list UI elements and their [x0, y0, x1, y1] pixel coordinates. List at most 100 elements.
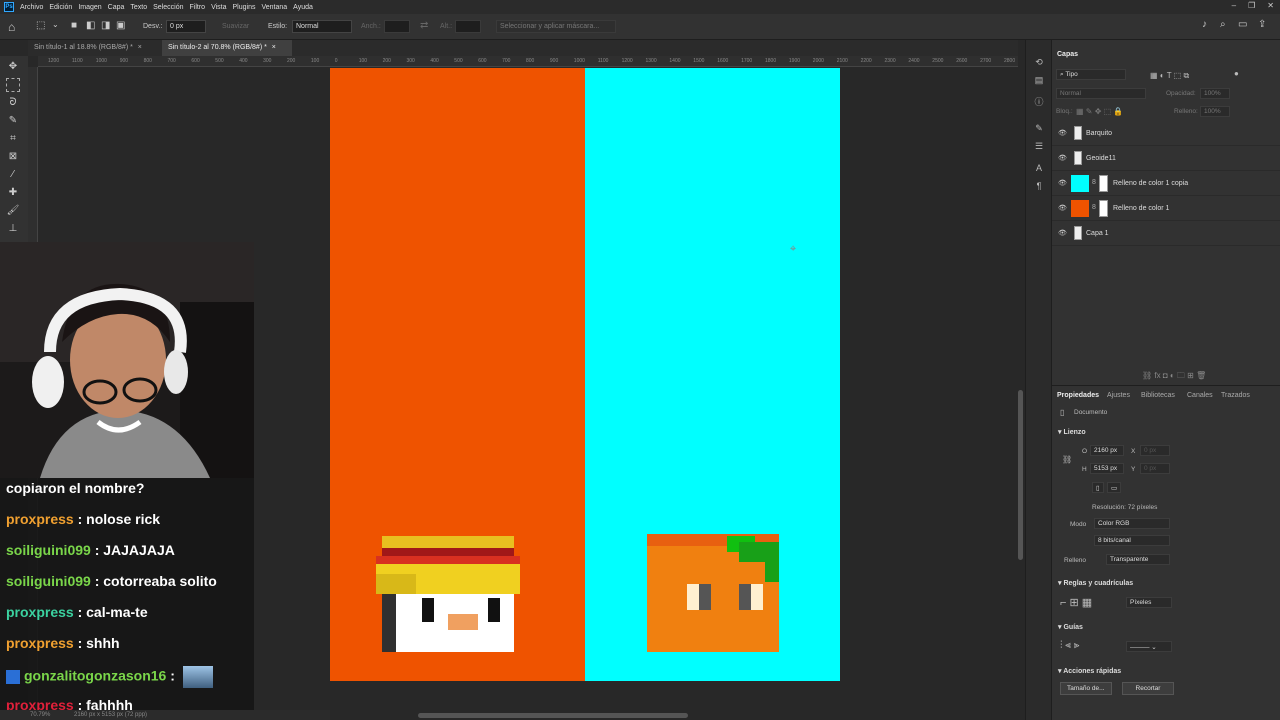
chevron-down-icon[interactable]: ⌄ — [52, 20, 59, 29]
style-select[interactable]: Normal — [292, 20, 352, 33]
quick-select-tool-icon[interactable]: ✎ — [6, 114, 20, 128]
menu-capa[interactable]: Capa — [108, 4, 125, 11]
home-icon[interactable]: ⌂ — [8, 20, 15, 34]
chat-username[interactable]: proxpress — [6, 604, 74, 620]
marquee-tool-icon[interactable] — [6, 78, 20, 92]
layer-row[interactable]: 👁 8 Relleno de color 1 copia — [1052, 171, 1280, 196]
lock-icons[interactable]: ▦ ✎ ✥ ⬚ 🔒 — [1076, 107, 1123, 116]
image-size-button[interactable]: Tamaño de... — [1060, 682, 1112, 695]
chat-username[interactable]: proxpress — [6, 511, 74, 527]
comments-icon[interactable]: ▤ — [1033, 74, 1045, 86]
eyedropper-tool-icon[interactable]: ⁄ — [6, 168, 20, 182]
zoom-level[interactable]: 70.79% — [30, 712, 50, 718]
visibility-eye-icon[interactable]: 👁 — [1058, 129, 1067, 137]
chat-username[interactable]: gonzalitogonzason16 — [24, 668, 166, 684]
tab-document-1[interactable]: Sin título-1 al 18.8% (RGB/8#) * × — [28, 40, 158, 56]
paragraph-icon[interactable]: ¶ — [1033, 180, 1045, 192]
healing-tool-icon[interactable]: ✚ — [6, 186, 20, 200]
brush-settings-icon[interactable]: ✎ — [1033, 122, 1045, 134]
restore-icon[interactable]: ❐ — [1248, 1, 1255, 10]
tab-adjustments[interactable]: Ajustes — [1102, 387, 1135, 403]
marquee-tool-icon[interactable]: ⬚ — [36, 20, 45, 31]
section-canvas[interactable]: ▾ Lienzo — [1058, 428, 1086, 436]
filter-icons[interactable]: ▦ ◐ T ⬚ ⧉ — [1150, 71, 1189, 81]
canvas-fill-select[interactable]: Transparente — [1106, 554, 1170, 565]
adjustments-icon[interactable]: ☰ — [1033, 140, 1045, 152]
blend-mode-select[interactable]: Normal — [1056, 88, 1146, 99]
section-quick-actions[interactable]: ▾ Acciones rápidas — [1058, 667, 1121, 675]
menu-archivo[interactable]: Archivo — [20, 4, 43, 11]
tab-layers[interactable]: Capas — [1052, 46, 1083, 62]
menu-plugins[interactable]: Plugins — [233, 4, 256, 11]
workspace-icon[interactable]: ▭ — [1238, 19, 1247, 30]
visibility-eye-icon[interactable]: 👁 — [1058, 179, 1067, 187]
canvas-orange-half[interactable] — [330, 68, 585, 681]
layer-actions-icons[interactable]: ⛓ fx ◘ ◐ 🗀 ⊞ 🗑 — [1142, 370, 1206, 384]
height-input[interactable] — [455, 20, 481, 33]
share-icon[interactable]: ⇪ — [1258, 19, 1266, 30]
menu-edicion[interactable]: Edición — [49, 4, 72, 11]
layer-filter-select[interactable]: ⌕ Tipo — [1056, 69, 1126, 80]
menu-ventana[interactable]: Ventana — [261, 4, 287, 11]
new-selection-icon[interactable]: ■ — [71, 20, 77, 31]
frame-tool-icon[interactable]: ⊠ — [6, 150, 20, 164]
chat-username[interactable]: soiliguini099 — [6, 573, 91, 589]
filter-toggle-icon[interactable]: ● — [1234, 69, 1239, 78]
brush-tool-icon[interactable]: 🖌 — [6, 204, 20, 218]
tab-paths[interactable]: Trazados — [1216, 387, 1255, 403]
link-dimensions-icon[interactable]: ⛓ — [1062, 455, 1072, 464]
visibility-eye-icon[interactable]: 👁 — [1058, 154, 1067, 162]
layer-row[interactable]: 👁 Capa 1 — [1052, 221, 1280, 246]
subtract-selection-icon[interactable]: ◨ — [101, 20, 110, 31]
tab-libraries[interactable]: Bibliotecas — [1136, 387, 1180, 403]
units-select[interactable]: Píxeles — [1126, 597, 1172, 608]
intersect-selection-icon[interactable]: ▣ — [116, 20, 125, 31]
layer-row[interactable]: 👁 Barquito — [1052, 121, 1280, 146]
select-and-mask-button[interactable]: Seleccionar y aplicar máscara... — [496, 20, 616, 33]
crop-tool-icon[interactable]: ⌗ — [6, 132, 20, 146]
chat-username[interactable]: soiliguini099 — [6, 542, 91, 558]
menu-imagen[interactable]: Imagen — [78, 4, 101, 11]
width-input[interactable] — [384, 20, 410, 33]
guide-icons[interactable]: ⫶ ⫷ ⫸ — [1060, 640, 1079, 651]
info-icon[interactable]: ⓘ — [1033, 96, 1045, 108]
lasso-tool-icon[interactable]: ᘐ — [6, 96, 20, 110]
chat-username[interactable]: proxpress — [6, 635, 74, 651]
move-tool-icon[interactable]: ✥ — [6, 60, 20, 74]
canvas-height-input[interactable]: 5153 px — [1090, 463, 1124, 474]
ruler-grid-icons[interactable]: ⌐ ⊞ ▦ — [1060, 596, 1092, 609]
menu-vista[interactable]: Vista — [211, 4, 226, 11]
layer-row[interactable]: 👁 8 Relleno de color 1 — [1052, 196, 1280, 221]
add-selection-icon[interactable]: ◧ — [86, 20, 95, 31]
opacity-input[interactable]: 100% — [1200, 88, 1230, 99]
crop-button[interactable]: Recortar — [1122, 682, 1174, 695]
canvas-cyan-half[interactable] — [585, 68, 840, 681]
menu-texto[interactable]: Texto — [130, 4, 147, 11]
close-icon[interactable]: × — [138, 44, 142, 51]
close-icon[interactable]: ✕ — [1267, 1, 1274, 10]
landscape-icon[interactable]: ▭ — [1107, 482, 1121, 493]
canvas-y-input[interactable]: 0 px — [1140, 463, 1170, 474]
close-icon[interactable]: × — [272, 44, 276, 51]
section-guides[interactable]: ▾ Guías — [1058, 623, 1083, 631]
smooth-checkbox-label[interactable]: Suavizar — [222, 23, 249, 30]
stamp-tool-icon[interactable]: ⊥ — [6, 222, 20, 236]
section-rulers-grids[interactable]: ▾ Reglas y cuadrículas — [1058, 579, 1133, 587]
swap-icon[interactable]: ⇄ — [420, 20, 428, 31]
minimize-icon[interactable]: – — [1232, 1, 1236, 10]
menu-filtro[interactable]: Filtro — [190, 4, 206, 11]
feather-input[interactable]: 0 px — [166, 20, 206, 33]
vertical-scrollbar[interactable] — [1018, 390, 1023, 560]
canvas-x-input[interactable]: 0 px — [1140, 445, 1170, 456]
horizontal-scrollbar[interactable] — [418, 713, 688, 718]
tab-channels[interactable]: Canales — [1182, 387, 1218, 403]
canvas-width-input[interactable]: 2160 px — [1090, 445, 1124, 456]
character-icon[interactable]: A — [1033, 162, 1045, 174]
fill-input[interactable]: 100% — [1200, 106, 1230, 117]
layer-row[interactable]: 👁 Geoide11 — [1052, 146, 1280, 171]
tab-document-2[interactable]: Sin título-2 al 70.8% (RGB/8#) * × — [162, 40, 292, 56]
search-icon[interactable]: ⌕ — [1220, 19, 1226, 30]
bit-depth-select[interactable]: 8 bits/canal — [1094, 535, 1170, 546]
portrait-icon[interactable]: ▯ — [1092, 482, 1104, 493]
bell-icon[interactable]: ♪ — [1202, 19, 1207, 30]
